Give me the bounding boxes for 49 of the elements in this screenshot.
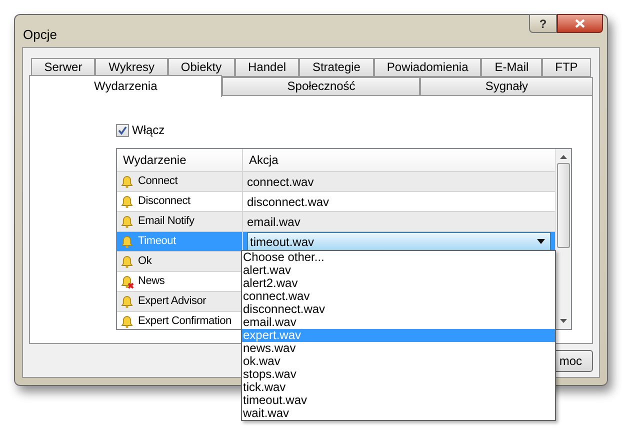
window-title: Opcje bbox=[23, 26, 57, 44]
checkbox[interactable] bbox=[116, 124, 129, 136]
tab[interactable]: Sygnały bbox=[420, 77, 594, 96]
event-name: Ok bbox=[138, 254, 152, 270]
help-button[interactable]: ? bbox=[529, 14, 557, 33]
event-name: Expert Advisor bbox=[138, 294, 206, 310]
tab[interactable]: Społeczność bbox=[222, 77, 420, 96]
event-name: Timeout bbox=[138, 234, 176, 250]
checkbox-label: Włącz bbox=[132, 122, 165, 139]
sound-combobox[interactable]: timeout.wav bbox=[247, 232, 551, 251]
column-header[interactable]: Wydarzenie bbox=[117, 149, 243, 171]
table-row[interactable]: Connect connect.wav bbox=[117, 172, 555, 192]
scroll-down-icon bbox=[560, 319, 567, 323]
tab[interactable]: FTP bbox=[542, 58, 591, 77]
tab[interactable]: Serwer bbox=[31, 58, 96, 77]
scroll-up-icon bbox=[560, 155, 567, 159]
table-row[interactable]: Disconnect disconnect.wav bbox=[117, 192, 555, 212]
tab[interactable]: Strategie bbox=[299, 58, 374, 77]
tab[interactable]: Obiekty bbox=[168, 58, 235, 77]
action-value: email.wav bbox=[247, 214, 300, 230]
vertical-scrollbar[interactable] bbox=[555, 149, 571, 329]
dropdown-option[interactable]: disconnect.wav bbox=[242, 303, 555, 316]
event-name: Expert Confirmation bbox=[138, 314, 232, 329]
action-value: disconnect.wav bbox=[247, 194, 330, 210]
event-name: Connect bbox=[138, 174, 178, 190]
tab[interactable]: E-Mail bbox=[481, 58, 542, 77]
action-value: connect.wav bbox=[247, 174, 314, 190]
checkmark-icon bbox=[118, 126, 127, 134]
table-row[interactable]: Email Notify email.wav bbox=[117, 212, 555, 232]
tab[interactable]: Powiadomienia bbox=[374, 58, 482, 77]
scrollbar-thumb[interactable] bbox=[557, 163, 570, 248]
close-button[interactable] bbox=[557, 14, 603, 33]
close-icon bbox=[575, 19, 585, 28]
dropdown-option[interactable]: wait.wav bbox=[242, 407, 555, 420]
dropdown-option[interactable]: alert.wav bbox=[242, 264, 555, 277]
table-row[interactable]: Timeout timeout.wav bbox=[117, 232, 555, 252]
event-name: Disconnect bbox=[138, 194, 190, 210]
tab[interactable]: Wydarzenia bbox=[29, 75, 222, 97]
event-name: News bbox=[138, 274, 165, 290]
dropdown-option[interactable]: email.wav bbox=[242, 316, 555, 329]
dropdown-arrow-icon bbox=[537, 239, 545, 244]
dropdown-option[interactable]: Choose other... bbox=[242, 251, 555, 264]
column-header[interactable]: Akcja bbox=[243, 149, 555, 171]
event-name: Email Notify bbox=[138, 214, 194, 230]
tab[interactable]: Handel bbox=[234, 58, 300, 77]
dropdown-option[interactable]: alert2.wav bbox=[242, 277, 555, 290]
dropdown-option[interactable]: timeout.wav bbox=[242, 394, 555, 407]
dropdown-option[interactable]: tick.wav bbox=[242, 381, 555, 394]
dropdown-option[interactable]: connect.wav bbox=[242, 290, 555, 303]
